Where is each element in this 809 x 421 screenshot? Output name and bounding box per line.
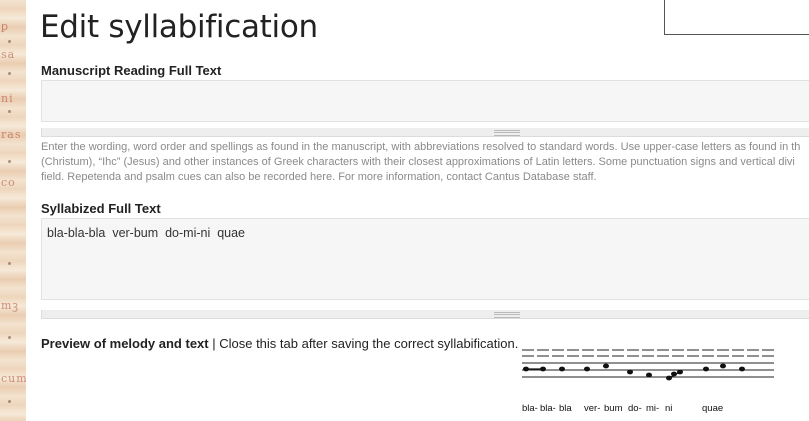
manuscript-reading-resize-handle[interactable] bbox=[41, 128, 809, 137]
neume-note bbox=[603, 363, 609, 369]
preview-note: Close this tab after saving the correct … bbox=[219, 336, 519, 351]
neume-note bbox=[646, 372, 652, 378]
grip-icon bbox=[494, 312, 520, 318]
syllabized-full-text-label: Syllabized Full Text bbox=[41, 201, 161, 216]
page-title: Edit syllabification bbox=[40, 9, 318, 45]
syllable: bla bbox=[559, 403, 572, 414]
neume-note bbox=[739, 366, 745, 372]
manuscript-reading-help-text: Enter the wording, word order and spelli… bbox=[41, 140, 809, 185]
manuscript-margin-decoration: ꝑ sa ni ras co mꝫ cum bbox=[0, 0, 26, 421]
syllable: ni bbox=[665, 403, 673, 414]
help-line: Enter the wording, word order and spelli… bbox=[41, 141, 801, 153]
neume-note bbox=[703, 366, 709, 372]
syllable: bla- bbox=[522, 403, 538, 414]
top-right-panel bbox=[664, 0, 809, 35]
syllable: mi- bbox=[646, 403, 660, 414]
staff-notation bbox=[522, 349, 774, 381]
syllable: do- bbox=[628, 403, 642, 414]
syllable: ver- bbox=[584, 403, 601, 414]
syllable: bla- bbox=[540, 403, 556, 414]
preview-heading: Preview of melody and text | Close this … bbox=[41, 336, 518, 351]
melody-preview: bla- bla- bla ver- bum do- mi- ni quae bbox=[520, 346, 776, 416]
syllable: quae bbox=[702, 403, 724, 414]
syllabized-resize-handle[interactable] bbox=[41, 310, 809, 319]
manuscript-reading-label: Manuscript Reading Full Text bbox=[41, 63, 222, 78]
syllable: bum bbox=[604, 403, 623, 414]
neume-note bbox=[627, 369, 633, 375]
help-line: (Christum), “Ihc” (Jesus) and other inst… bbox=[41, 156, 795, 168]
manuscript-reading-textarea[interactable] bbox=[41, 80, 809, 122]
preview-separator: | bbox=[208, 336, 220, 351]
help-line: field. Repetenda and psalm cues can also… bbox=[41, 171, 597, 183]
neume-note bbox=[559, 366, 565, 372]
grip-icon bbox=[494, 130, 520, 136]
preview-label: Preview of melody and text bbox=[41, 336, 209, 351]
syllabized-full-text-textarea[interactable]: bla-bla-bla ver-bum do-mi-ni quae bbox=[41, 218, 809, 300]
neume-note bbox=[584, 366, 590, 372]
neume-note bbox=[720, 363, 726, 369]
